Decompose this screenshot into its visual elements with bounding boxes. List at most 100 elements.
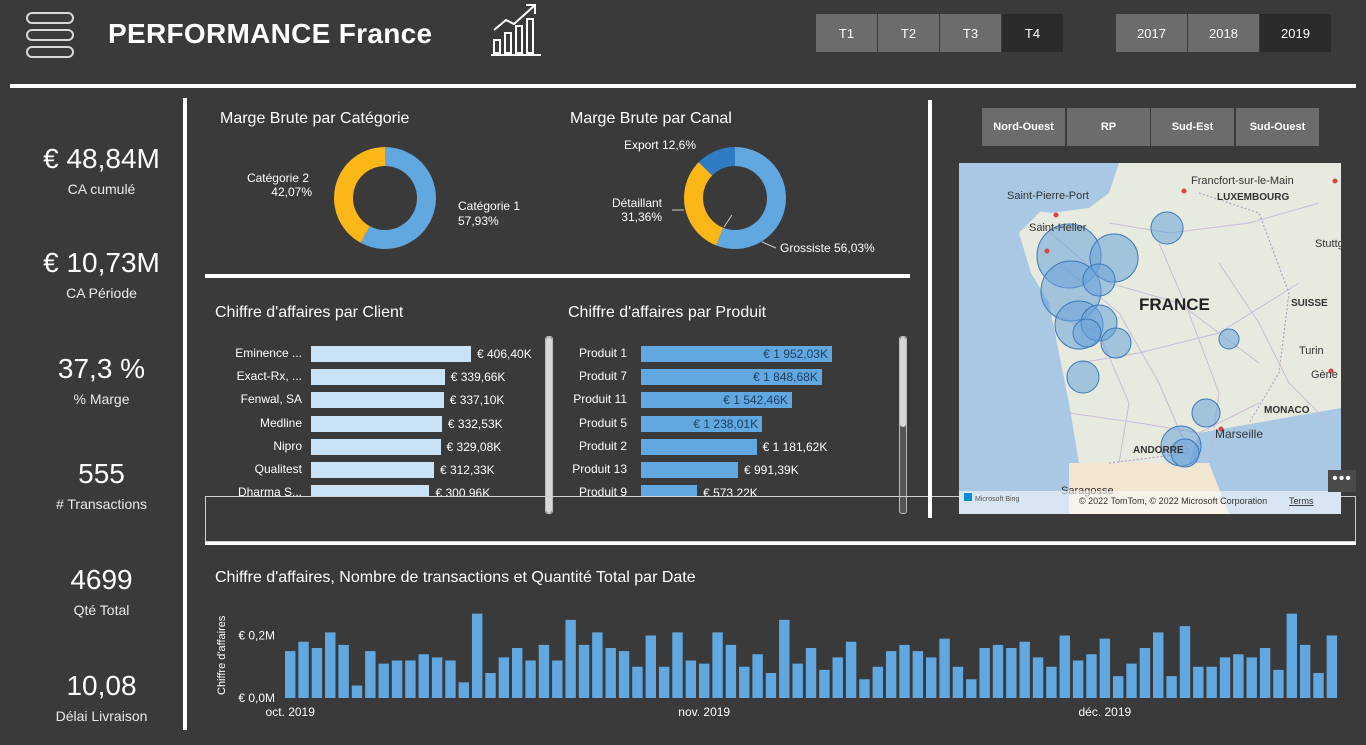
- date-bar[interactable]: [1032, 657, 1044, 698]
- date-bar[interactable]: [485, 673, 496, 698]
- date-bar[interactable]: [966, 679, 977, 698]
- quarter-button-t3[interactable]: T3: [940, 14, 1001, 52]
- date-bar[interactable]: [632, 666, 643, 698]
- date-bar[interactable]: [1059, 635, 1070, 699]
- date-bar[interactable]: [605, 648, 616, 698]
- region-button-sud-ouest[interactable]: Sud-Ouest: [1236, 108, 1319, 146]
- bar[interactable]: [311, 369, 445, 386]
- date-bar[interactable]: [458, 682, 470, 698]
- bar[interactable]: [311, 392, 444, 409]
- client-scroll-thumb[interactable]: [546, 337, 552, 513]
- date-bar[interactable]: [445, 660, 456, 699]
- date-bar[interactable]: [912, 651, 924, 698]
- date-bar[interactable]: [765, 673, 777, 698]
- date-bar[interactable]: [952, 666, 964, 698]
- bar[interactable]: [311, 462, 434, 478]
- date-bar[interactable]: [725, 644, 737, 698]
- france-map[interactable]: Saint-Pierre-Port Saint-Helier Francfort…: [959, 163, 1341, 514]
- date-bar[interactable]: [1193, 666, 1204, 698]
- date-bar[interactable]: [565, 619, 576, 698]
- date-bar[interactable]: [698, 663, 710, 698]
- date-bar[interactable]: [1233, 654, 1244, 698]
- date-bar[interactable]: [1326, 635, 1338, 699]
- bar[interactable]: [641, 462, 738, 478]
- date-bar[interactable]: [979, 648, 990, 698]
- date-bar[interactable]: [512, 648, 523, 698]
- date-bar[interactable]: [1313, 673, 1324, 698]
- date-bar[interactable]: [1153, 632, 1164, 698]
- date-bar[interactable]: [926, 657, 937, 698]
- bar[interactable]: [311, 415, 442, 432]
- date-bar[interactable]: [658, 666, 670, 698]
- date-bar[interactable]: [391, 660, 403, 699]
- date-bar[interactable]: [1112, 676, 1124, 698]
- date-bar[interactable]: [845, 641, 857, 698]
- product-chart-scrollbar[interactable]: [899, 336, 907, 514]
- bar[interactable]: [311, 485, 430, 496]
- date-bar[interactable]: [405, 660, 416, 699]
- date-bar[interactable]: [832, 657, 843, 698]
- date-bar[interactable]: [792, 663, 803, 698]
- date-bar[interactable]: [859, 679, 870, 698]
- quarter-button-t2[interactable]: T2: [878, 14, 939, 52]
- date-bar[interactable]: [431, 657, 443, 698]
- date-bar[interactable]: [1259, 648, 1271, 698]
- date-bar[interactable]: [471, 613, 483, 698]
- date-bar[interactable]: [739, 666, 750, 698]
- bar[interactable]: [641, 485, 698, 496]
- date-bar[interactable]: [1099, 638, 1111, 698]
- date-bar[interactable]: [498, 657, 510, 698]
- date-bar[interactable]: [1219, 657, 1231, 698]
- date-bar[interactable]: [805, 648, 817, 698]
- date-bar[interactable]: [712, 632, 723, 698]
- date-bar[interactable]: [1299, 644, 1311, 698]
- product-scroll-thumb[interactable]: [900, 337, 906, 427]
- donut-slice-cat-gorie-2[interactable]: [334, 147, 385, 243]
- date-bar[interactable]: [899, 644, 910, 698]
- date-bar[interactable]: [578, 644, 590, 698]
- date-bar[interactable]: [1139, 648, 1151, 698]
- date-bar[interactable]: [285, 651, 296, 698]
- date-bar[interactable]: [1006, 648, 1017, 698]
- date-bar[interactable]: [1072, 660, 1084, 699]
- bar[interactable]: [641, 438, 757, 455]
- date-bar[interactable]: [298, 641, 309, 698]
- date-bar[interactable]: [351, 685, 363, 699]
- year-button-2017[interactable]: 2017: [1116, 14, 1187, 52]
- date-bar[interactable]: [779, 619, 790, 698]
- date-bar[interactable]: [872, 666, 884, 698]
- date-bar[interactable]: [1246, 657, 1257, 698]
- bar[interactable]: [311, 438, 441, 455]
- date-bar[interactable]: [1179, 626, 1191, 698]
- date-bar[interactable]: [525, 660, 536, 699]
- date-bar[interactable]: [592, 632, 603, 698]
- year-button-2018[interactable]: 2018: [1188, 14, 1259, 52]
- date-bar[interactable]: [552, 660, 563, 699]
- date-bar[interactable]: [645, 635, 656, 699]
- year-button-2019[interactable]: 2019: [1260, 14, 1331, 52]
- date-bar[interactable]: [885, 651, 897, 698]
- date-bar[interactable]: [672, 632, 683, 698]
- date-bar[interactable]: [311, 648, 323, 698]
- date-bar[interactable]: [378, 663, 389, 698]
- date-bar[interactable]: [1126, 663, 1137, 698]
- date-bar[interactable]: [992, 644, 1004, 698]
- date-bar[interactable]: [618, 651, 630, 698]
- date-bar[interactable]: [1046, 666, 1057, 698]
- date-bar[interactable]: [1019, 641, 1030, 698]
- date-bar[interactable]: [418, 654, 429, 698]
- more-options-icon[interactable]: •••: [1328, 470, 1356, 492]
- date-bar[interactable]: [685, 660, 697, 699]
- date-bar[interactable]: [1086, 654, 1097, 698]
- date-bar[interactable]: [1206, 666, 1217, 698]
- date-bar[interactable]: [365, 651, 376, 698]
- date-bar[interactable]: [819, 669, 830, 698]
- date-bar[interactable]: [325, 632, 336, 698]
- date-bar[interactable]: [1273, 669, 1284, 698]
- bar[interactable]: [311, 346, 471, 362]
- quarter-button-t1[interactable]: T1: [816, 14, 877, 52]
- menu-icon[interactable]: [26, 12, 74, 58]
- date-bar[interactable]: [939, 638, 950, 698]
- date-bar[interactable]: [1166, 676, 1177, 698]
- date-bar[interactable]: [538, 644, 550, 698]
